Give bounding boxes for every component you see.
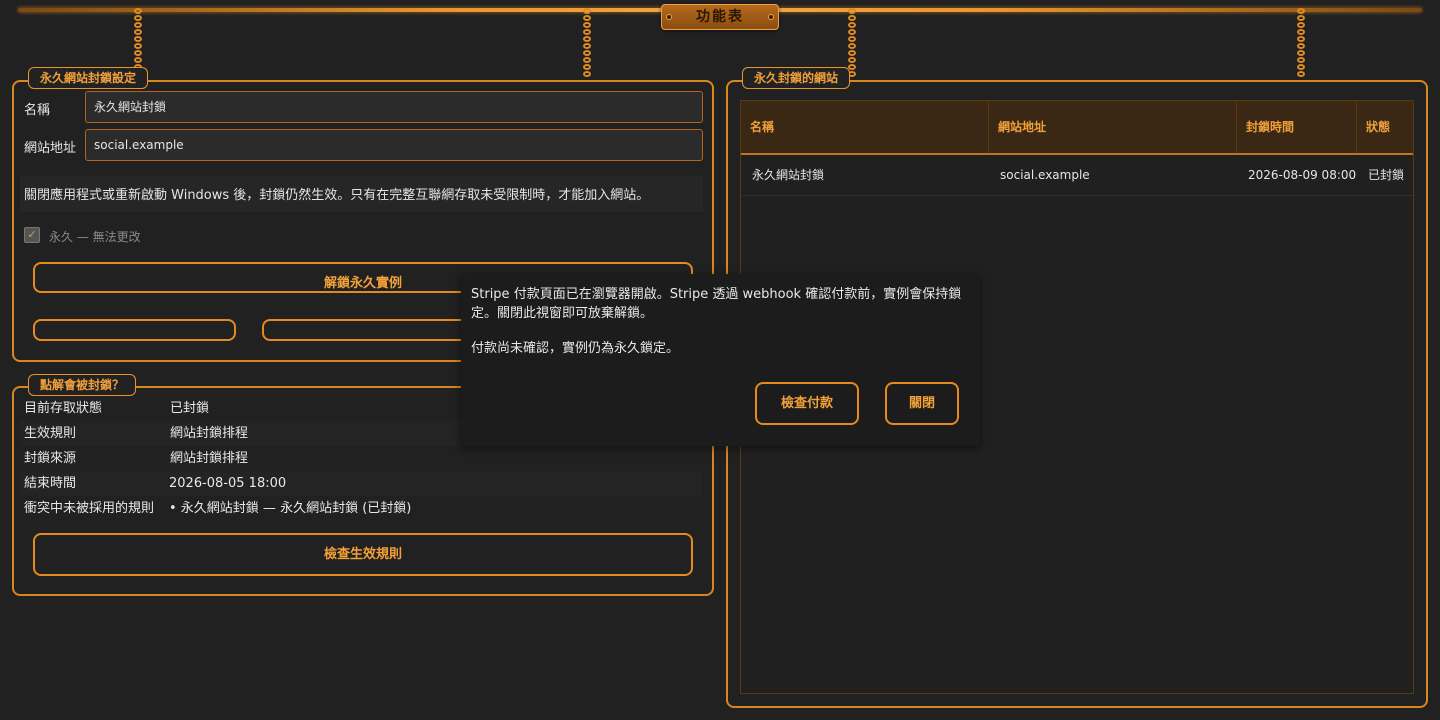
column-header-status[interactable]: 狀態	[1357, 101, 1413, 153]
check-payment-button[interactable]: 檢查付款	[755, 382, 859, 425]
settings-legend: 永久網站封鎖設定	[28, 67, 149, 89]
left-action-button[interactable]	[33, 319, 236, 341]
block-source-row: 封鎖來源 網站封鎖排程	[20, 446, 703, 471]
name-input[interactable]: 永久網站封鎖	[85, 91, 703, 123]
permanent-checkbox[interactable]: ✓	[24, 227, 40, 243]
info-note: 關閉應用程式或重新啟動 Windows 後，封鎖仍然生效。只有在完整互聯網存取未…	[20, 176, 703, 212]
url-input[interactable]: social.example	[85, 129, 703, 161]
name-label: 名稱	[24, 103, 51, 118]
row-divider	[741, 195, 1413, 196]
table-cell-time[interactable]: 2026-08-09 08:00	[1237, 155, 1357, 195]
close-dialog-button[interactable]: 關閉	[885, 382, 959, 425]
row-key: 封鎖來源	[24, 451, 77, 466]
why-blocked-legend: 點解會被封鎖？	[28, 374, 137, 396]
table-cell-url[interactable]: social.example	[989, 155, 1237, 195]
row-value: 已封鎖	[170, 401, 210, 416]
payment-dialog: Stripe 付款頁面已在瀏覽器開啟。Stripe 透過 webhook 確認付…	[461, 274, 980, 446]
right-action-button[interactable]	[262, 319, 482, 341]
dialog-status: 付款尚未確認，實例仍為永久鎖定。	[471, 341, 680, 356]
rivet-icon	[768, 14, 774, 20]
row-key: 衝突中未被採用的規則	[24, 501, 155, 516]
row-key: 生效規則	[24, 426, 77, 441]
chain-decoration	[1294, 8, 1308, 80]
end-time-row: 結束時間 2026-08-05 18:00	[20, 471, 703, 496]
column-header-url[interactable]: 網站地址	[989, 101, 1237, 153]
row-value: 2026-08-05 18:00	[169, 476, 287, 491]
table-cell-name[interactable]: 永久網站封鎖	[741, 155, 989, 195]
row-value: • 永久網站封鎖 — 永久網站封鎖 (已封鎖)	[169, 501, 412, 516]
menu-plaque-button[interactable]: 功能表	[661, 4, 779, 30]
row-key: 目前存取狀態	[24, 401, 103, 416]
chain-decoration	[580, 8, 594, 80]
blocked-sites-legend: 永久封鎖的網站	[742, 67, 851, 89]
conflict-rule-row: 衝突中未被採用的規則 • 永久網站封鎖 — 永久網站封鎖 (已封鎖)	[20, 496, 703, 521]
table-cell-status[interactable]: 已封鎖	[1357, 155, 1413, 195]
check-active-rule-button[interactable]: 檢查生效規則	[33, 533, 693, 576]
url-label: 網站地址	[24, 141, 77, 156]
rivet-icon	[666, 14, 672, 20]
column-header-name[interactable]: 名稱	[741, 101, 989, 153]
row-value: 網站封鎖排程	[170, 451, 249, 466]
row-value: 網站封鎖排程	[170, 426, 249, 441]
row-key: 結束時間	[24, 476, 77, 491]
permanent-checkbox-label: 永久 — 無法更改	[49, 230, 141, 244]
menu-plaque-label: 功能表	[696, 9, 744, 25]
column-header-time[interactable]: 封鎖時間	[1237, 101, 1357, 153]
unlock-permanent-label: 解鎖永久實例	[323, 276, 402, 291]
dialog-message: Stripe 付款頁面已在瀏覽器開啟。Stripe 透過 webhook 確認付…	[471, 287, 962, 321]
